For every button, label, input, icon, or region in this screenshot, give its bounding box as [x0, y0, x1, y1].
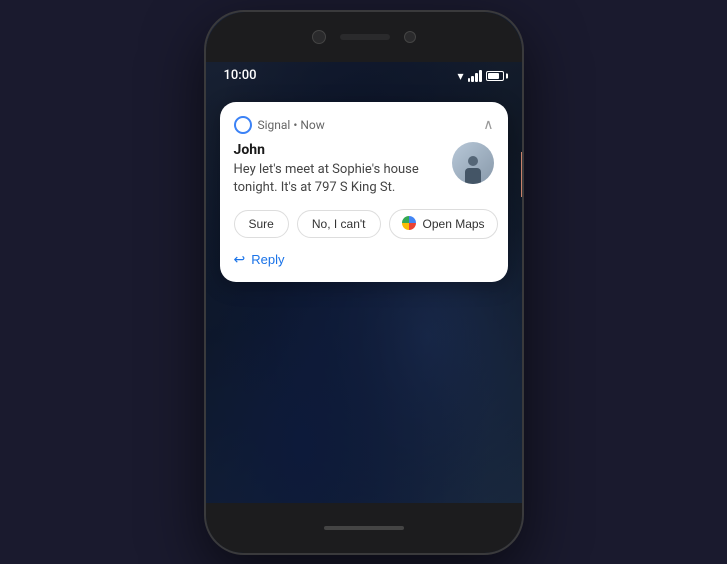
notification-message: Hey let's meet at Sophie's house tonight…: [234, 161, 442, 197]
notification-header-left: Signal • Now: [234, 116, 325, 134]
signal-bar-4: [479, 70, 481, 82]
reply-button[interactable]: ↩ Reply: [234, 251, 285, 268]
battery-fill: [488, 73, 499, 79]
notification-actions: Sure No, I can't Open Maps: [234, 209, 494, 239]
camera-left: [312, 30, 326, 44]
battery-icon: [486, 71, 504, 81]
maps-icon: [402, 216, 418, 232]
notification-card: Signal • Now ∧ John Hey let's meet at So…: [220, 102, 508, 282]
notification-sender: John: [234, 142, 442, 158]
avatar-figure: [464, 156, 482, 184]
avatar-body: [465, 168, 481, 184]
reply-label: Reply: [251, 252, 284, 267]
signal-app-icon: [234, 116, 252, 134]
open-maps-label: Open Maps: [423, 217, 485, 231]
camera-area: [312, 30, 416, 44]
status-time: 10:00: [224, 68, 257, 83]
wallpaper: [206, 12, 522, 553]
phone-frame: 10:00 ▾: [204, 10, 524, 555]
signal-bar-3: [475, 73, 477, 82]
open-maps-button[interactable]: Open Maps: [389, 209, 498, 239]
status-bar: 10:00 ▾: [206, 62, 522, 90]
phone-screen: 10:00 ▾: [206, 12, 522, 553]
reply-arrow-icon: ↩: [234, 251, 246, 268]
collapse-icon[interactable]: ∧: [483, 118, 493, 132]
signal-bar-1: [468, 78, 470, 82]
no-button[interactable]: No, I can't: [297, 210, 381, 238]
sure-button[interactable]: Sure: [234, 210, 289, 238]
signal-bar-2: [471, 76, 473, 82]
status-icons: ▾: [457, 69, 503, 83]
home-indicator: [324, 526, 404, 530]
wifi-icon: ▾: [457, 69, 463, 83]
avatar-head: [468, 156, 478, 166]
phone-bottom-bar: [206, 503, 522, 553]
camera-right: [404, 31, 416, 43]
notification-header: Signal • Now ∧: [234, 116, 494, 134]
maps-circle: [402, 216, 416, 230]
avatar: [452, 142, 494, 184]
phone-top-bar: [206, 12, 522, 62]
notification-text-area: John Hey let's meet at Sophie's house to…: [234, 142, 442, 197]
speaker: [340, 34, 390, 40]
power-button[interactable]: [521, 152, 524, 197]
signal-bars-icon: [468, 70, 482, 82]
notification-body: John Hey let's meet at Sophie's house to…: [234, 142, 494, 197]
notification-app-name: Signal • Now: [258, 118, 325, 132]
